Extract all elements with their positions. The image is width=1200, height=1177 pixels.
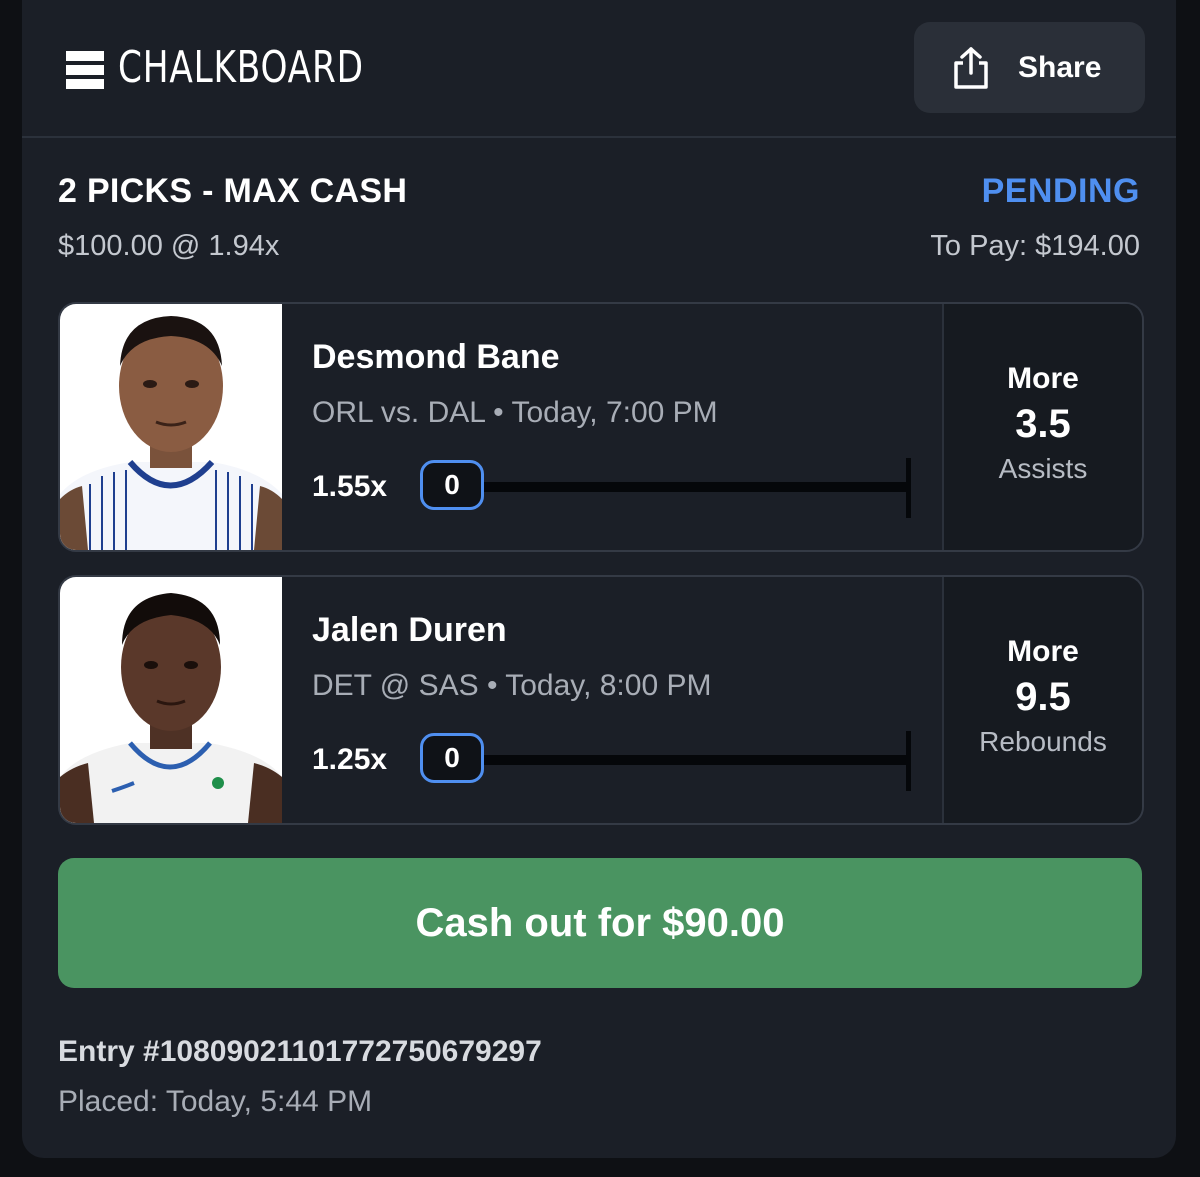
share-icon (954, 46, 988, 89)
game-info: DET @ SAS • Today, 8:00 PM (312, 669, 712, 702)
progress-track (484, 755, 910, 765)
placed-time: Placed: Today, 5:44 PM (58, 1085, 373, 1118)
player-photo (60, 577, 282, 823)
entry-card: CHALKBOARD Share 2 PICKS - MAX CASH PEND… (22, 0, 1176, 1158)
cash-out-button[interactable]: Cash out for $90.00 (58, 858, 1142, 988)
pick-line-panel: More 3.5 Assists (942, 304, 1142, 550)
player-name: Jalen Duren (312, 611, 507, 649)
pick-multiplier: 1.55x (312, 470, 388, 503)
player-name: Desmond Bane (312, 338, 560, 376)
pick-line-value: 3.5 (1015, 402, 1071, 446)
progress-target-marker (906, 731, 911, 791)
progress-track (484, 482, 910, 492)
pick-card[interactable]: Desmond Bane ORL vs. DAL • Today, 7:00 P… (58, 302, 1144, 552)
current-stat-badge: 0 (420, 460, 484, 510)
pick-stat-type: Rebounds (979, 726, 1107, 757)
pick-card[interactable]: Jalen Duren DET @ SAS • Today, 8:00 PM 1… (58, 575, 1144, 825)
pick-line-panel: More 9.5 Rebounds (942, 577, 1142, 823)
game-info: ORL vs. DAL • Today, 7:00 PM (312, 396, 718, 429)
player-photo (60, 304, 282, 550)
share-label: Share (1018, 50, 1102, 84)
chalkboard-logo-icon (66, 47, 104, 89)
current-stat-badge: 0 (420, 733, 484, 783)
pick-direction: More (1007, 362, 1079, 395)
pick-multiplier: 1.25x (312, 743, 388, 776)
share-button[interactable]: Share (914, 22, 1145, 113)
stake-text: $100.00 @ 1.94x (58, 230, 280, 262)
status-badge: PENDING (981, 172, 1140, 210)
card-header: CHALKBOARD Share (22, 0, 1176, 138)
entry-id: Entry #1080902110177275067929​7 (58, 1035, 542, 1068)
pick-direction: More (1007, 635, 1079, 668)
pick-stat-type: Assists (998, 453, 1088, 484)
progress-target-marker (906, 458, 911, 518)
pick-line-value: 9.5 (1015, 675, 1071, 719)
logo-text: CHALKBOARD (118, 42, 364, 93)
chalkboard-logo: CHALKBOARD (66, 44, 433, 92)
to-pay-text: To Pay: $194.00 (930, 230, 1140, 262)
entry-title: 2 PICKS - MAX CASH (58, 172, 408, 210)
